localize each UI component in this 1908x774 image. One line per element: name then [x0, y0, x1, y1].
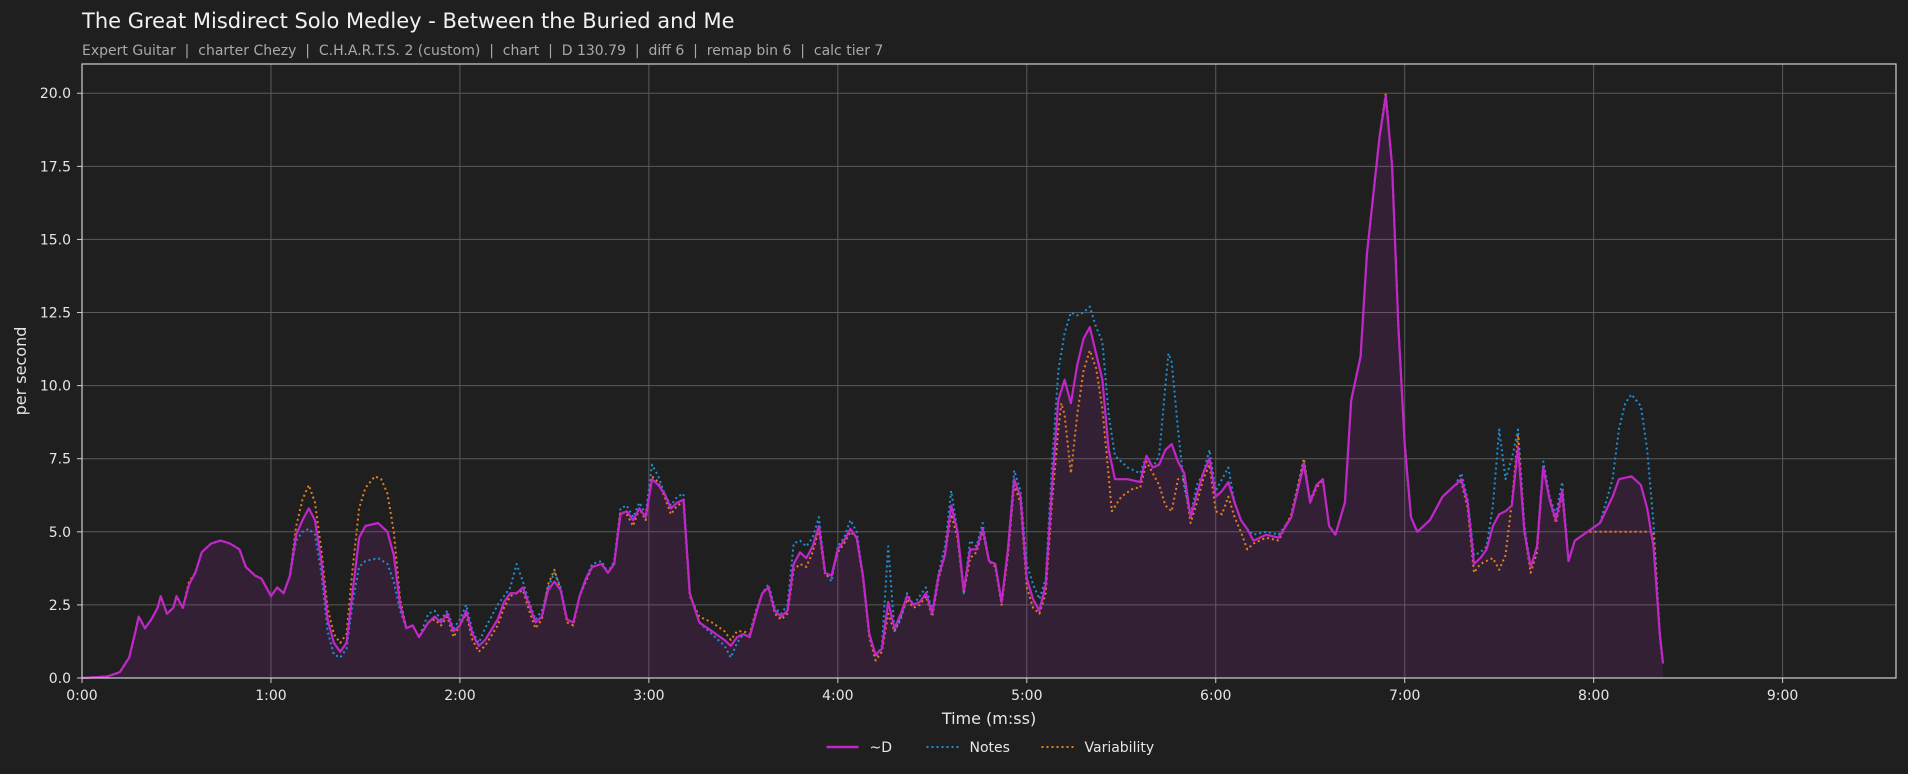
y-axis-label: per second — [11, 327, 30, 416]
x-tick-label: 1:00 — [255, 688, 286, 704]
y-tick-label: 17.5 — [40, 159, 71, 175]
x-tick-label: 9:00 — [1767, 688, 1798, 704]
series-area-d — [82, 96, 1663, 678]
y-tick-label: 15.0 — [40, 232, 71, 248]
chart-subtitle: Expert Guitar | charter Chezy | C.H.A.R.… — [82, 43, 883, 59]
x-tick-label: 0:00 — [66, 688, 97, 704]
legend-label-d: ~D — [870, 740, 893, 756]
x-tick-label: 7:00 — [1389, 688, 1420, 704]
y-tick-label: 7.5 — [49, 452, 71, 468]
x-axis-label: Time (m:ss) — [941, 709, 1036, 728]
x-tick-label: 8:00 — [1578, 688, 1609, 704]
chart: The Great Misdirect Solo Medley - Betwee… — [11, 9, 1897, 756]
y-tick-label: 12.5 — [40, 306, 71, 322]
y-tick-label: 10.0 — [40, 379, 71, 395]
legend: ~D Notes Variability — [826, 740, 1155, 756]
x-tick-label: 2:00 — [444, 688, 475, 704]
y-tick-label: 2.5 — [49, 598, 71, 614]
legend-label-notes: Notes — [970, 740, 1010, 756]
y-tick-label: 20.0 — [40, 86, 71, 102]
y-tick-label: 5.0 — [49, 525, 71, 541]
chart-title: The Great Misdirect Solo Medley - Betwee… — [81, 9, 735, 33]
x-tick-label: 5:00 — [1011, 688, 1042, 704]
x-tick-label: 3:00 — [633, 688, 664, 704]
x-tick-label: 4:00 — [822, 688, 853, 704]
x-tick-label: 6:00 — [1200, 688, 1231, 704]
y-tick-label: 0.0 — [49, 671, 71, 687]
legend-label-variability: Variability — [1085, 740, 1155, 756]
